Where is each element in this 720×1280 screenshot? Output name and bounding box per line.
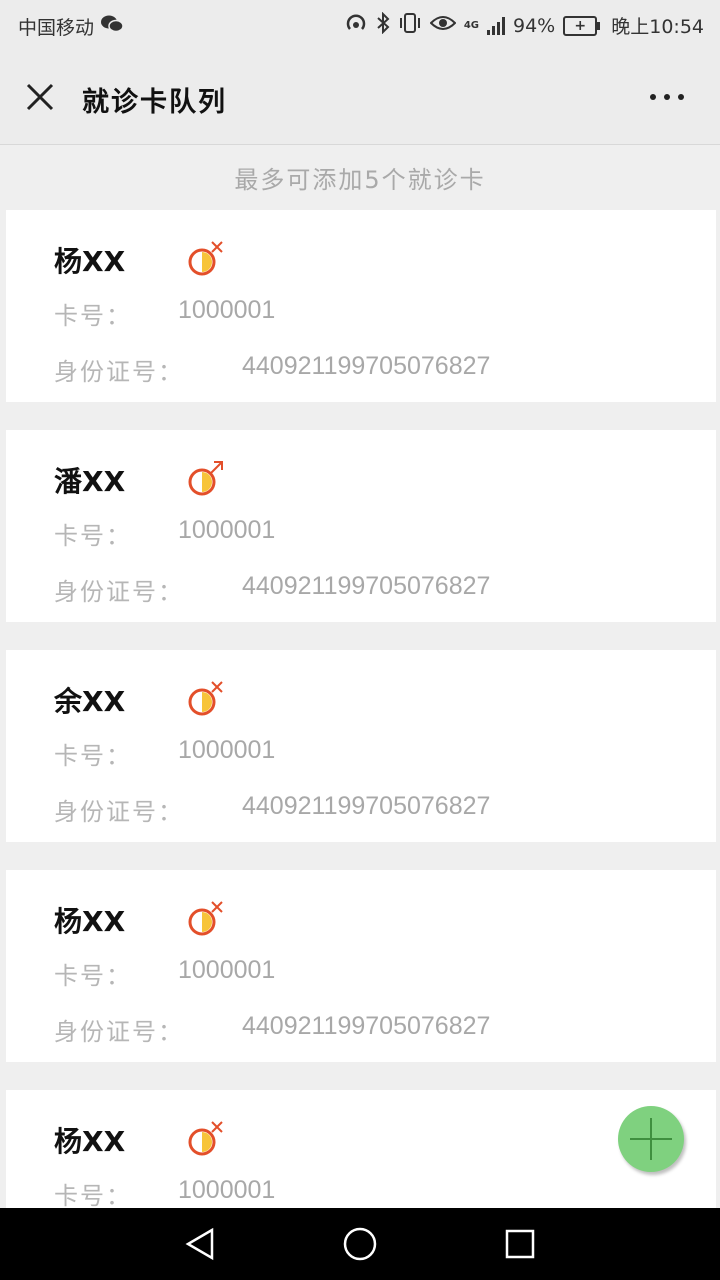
card-no-value: 1000001 [178,736,276,764]
card-no-label: 卡号： [54,302,132,330]
patient-name: 杨XX [54,1125,126,1158]
card-no-value: 1000001 [178,516,276,544]
clock: 晚上10:54 [611,16,704,38]
id-no-label: 身份证号： [54,1018,184,1046]
card-no-label: 卡号： [54,522,132,550]
card-no-value: 1000001 [178,956,276,984]
close-icon[interactable] [22,79,58,115]
hotspot-icon [344,12,368,39]
id-no-value: 440921199705076827 [242,1012,491,1040]
female-icon [186,238,226,278]
add-card-button[interactable] [618,1106,684,1172]
recents-icon[interactable] [502,1226,538,1262]
network-type: 4G [463,19,479,31]
id-no-value: 440921199705076827 [242,572,491,600]
carrier-label: 中国移动 [18,17,95,39]
id-no-label: 身份证号： [54,358,184,386]
battery-icon: + [563,15,601,36]
female-icon [186,898,226,938]
card-no-label: 卡号： [54,962,132,990]
male-icon [186,458,226,498]
patient-name: 杨XX [54,905,126,938]
id-no-label: 身份证号： [54,798,184,826]
wechat-icon [100,14,124,39]
eye-icon [429,13,457,38]
female-icon [186,1118,226,1158]
patient-card[interactable]: 杨XX 卡号： 1000001 身份证号： 440921199705076827 [6,210,716,402]
bluetooth-icon [376,11,390,39]
back-icon[interactable] [182,1226,218,1262]
card-no-value: 1000001 [178,1176,276,1204]
vibrate-icon [398,12,422,39]
patient-name: 余XX [54,685,126,718]
id-no-value: 440921199705076827 [242,352,491,380]
system-nav-bar [0,1208,720,1280]
patient-card[interactable]: 杨XX 卡号：1000001 身份证号：440921199705076827 [6,1090,716,1208]
patient-name: 潘XX [54,465,126,498]
status-bar: 中国移动 4G 94% + 晚上10:54 [0,0,720,50]
id-no-label: 身份证号： [54,578,184,606]
max-cards-hint: 最多可添加5个就诊卡 [234,166,486,194]
page-title: 就诊卡队列 [82,87,227,118]
card-no-value: 1000001 [178,296,276,324]
card-no-label: 卡号： [54,1182,132,1208]
patient-card[interactable]: 杨XX 卡号： 1000001 身份证号： 440921199705076827 [6,870,716,1062]
more-menu-icon[interactable] [650,94,684,100]
battery-percent: 94% [513,14,556,37]
signal-icon [487,16,505,35]
home-icon[interactable] [342,1226,378,1262]
card-no-label: 卡号： [54,742,132,770]
patient-card[interactable]: 余XX 卡号： 1000001 身份证号： 440921199705076827 [6,650,716,842]
patient-card[interactable]: 潘XX 卡号： 1000001 身份证号： 440921199705076827 [6,430,716,622]
patient-name: 杨XX [54,245,126,278]
nav-bar: 就诊卡队列 [0,50,720,145]
id-no-value: 440921199705076827 [242,792,491,820]
female-icon [186,678,226,718]
